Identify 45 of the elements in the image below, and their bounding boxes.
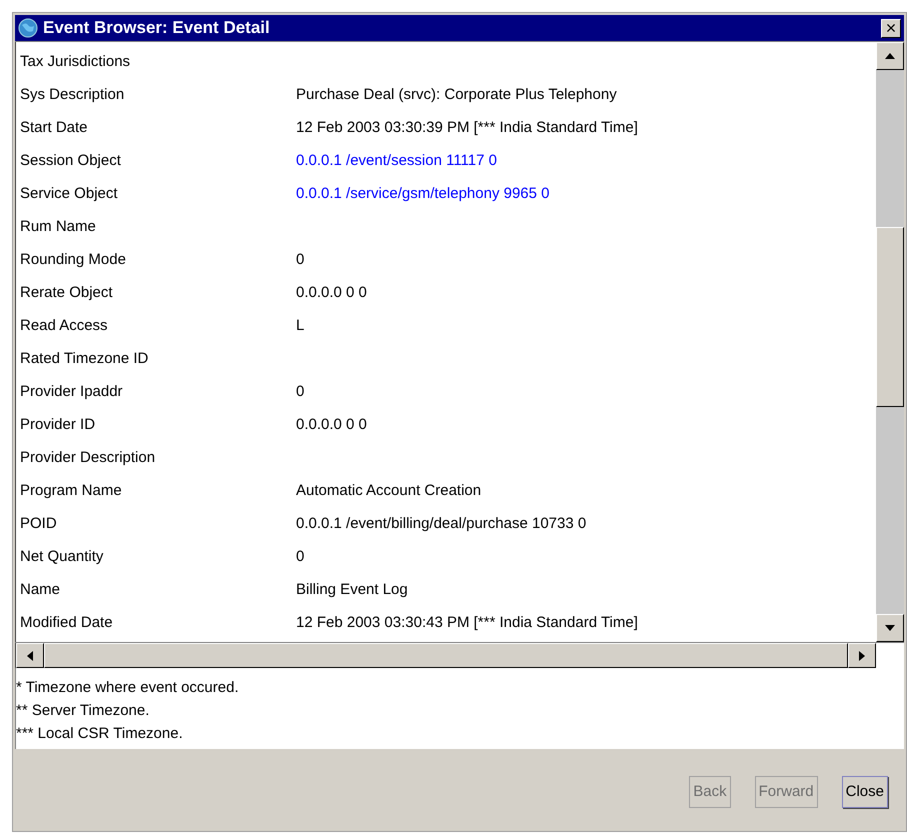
- field-value: 12 Feb 2003 03:30:39 PM [*** India Standard Time]: [296, 118, 638, 138]
- field-value: Automatic Account Creation: [296, 481, 482, 502]
- vertical-scrollbar[interactable]: [876, 42, 904, 642]
- field-label: POID: [20, 514, 58, 534]
- down-arrow-icon: [885, 625, 895, 631]
- footnote: ** Server Timezone.: [16, 701, 150, 721]
- field-value: Billing Event Log: [296, 580, 408, 600]
- field-label: Rated Timezone ID: [20, 349, 150, 370]
- field-label: Start Date: [20, 118, 89, 138]
- field-value: L: [296, 316, 304, 336]
- globe-icon: [18, 18, 38, 38]
- field-value: 0.0.0.1 /event/billing/deal/purchase 10733 0: [296, 514, 586, 534]
- field-value: Purchase Deal (srvc): Corporate Plus Telephony: [296, 85, 617, 106]
- field-value: 0: [296, 547, 304, 568]
- field-label: Rerate Object: [20, 283, 114, 304]
- right-arrow-icon: [859, 650, 865, 660]
- field-label: Provider Description: [20, 448, 156, 468]
- footnote: * Timezone where event occured.: [16, 678, 240, 698]
- close-button[interactable]: ×: [881, 18, 901, 38]
- up-arrow-icon: [885, 53, 895, 59]
- field-label: Session Object: [20, 151, 122, 172]
- field-label: Rounding Mode: [20, 250, 127, 270]
- field-value: 0: [296, 250, 304, 270]
- field-label: Program Name: [20, 481, 123, 502]
- left-arrow-icon: [27, 650, 33, 660]
- field-value: 0.0.0.0 0 0: [296, 283, 367, 304]
- object-link[interactable]: 0.0.0.1 /service/gsm/telephony 9965 0: [296, 183, 550, 206]
- field-value: 12 Feb 2003 03:30:43 PM [*** India Standard Time]: [296, 613, 638, 634]
- field-label: Service Object: [20, 184, 119, 204]
- field-label: Rum Name: [20, 217, 97, 238]
- field-label: Provider Ipaddr: [20, 382, 124, 402]
- field-value: 0: [296, 382, 304, 402]
- object-link[interactable]: 0.0.0.1 /event/session 11117 0: [296, 150, 497, 173]
- dialog-button[interactable]: Close: [842, 776, 888, 808]
- field-value: 0.0.0.0 0 0: [296, 415, 367, 436]
- field-label: Tax Jurisdictions: [20, 52, 132, 72]
- window-title: Event Browser: Event Detail: [43, 17, 271, 40]
- field-label: Modified Date: [20, 613, 114, 634]
- field-label: Sys Description: [20, 85, 126, 106]
- field-label: Net Quantity: [20, 547, 104, 568]
- field-label: Read Access: [20, 316, 109, 336]
- field-label: Name: [20, 580, 62, 600]
- field-label: Provider ID: [20, 415, 96, 436]
- footnote: *** Local CSR Timezone.: [16, 724, 184, 744]
- scroll-thumb[interactable]: [876, 227, 904, 407]
